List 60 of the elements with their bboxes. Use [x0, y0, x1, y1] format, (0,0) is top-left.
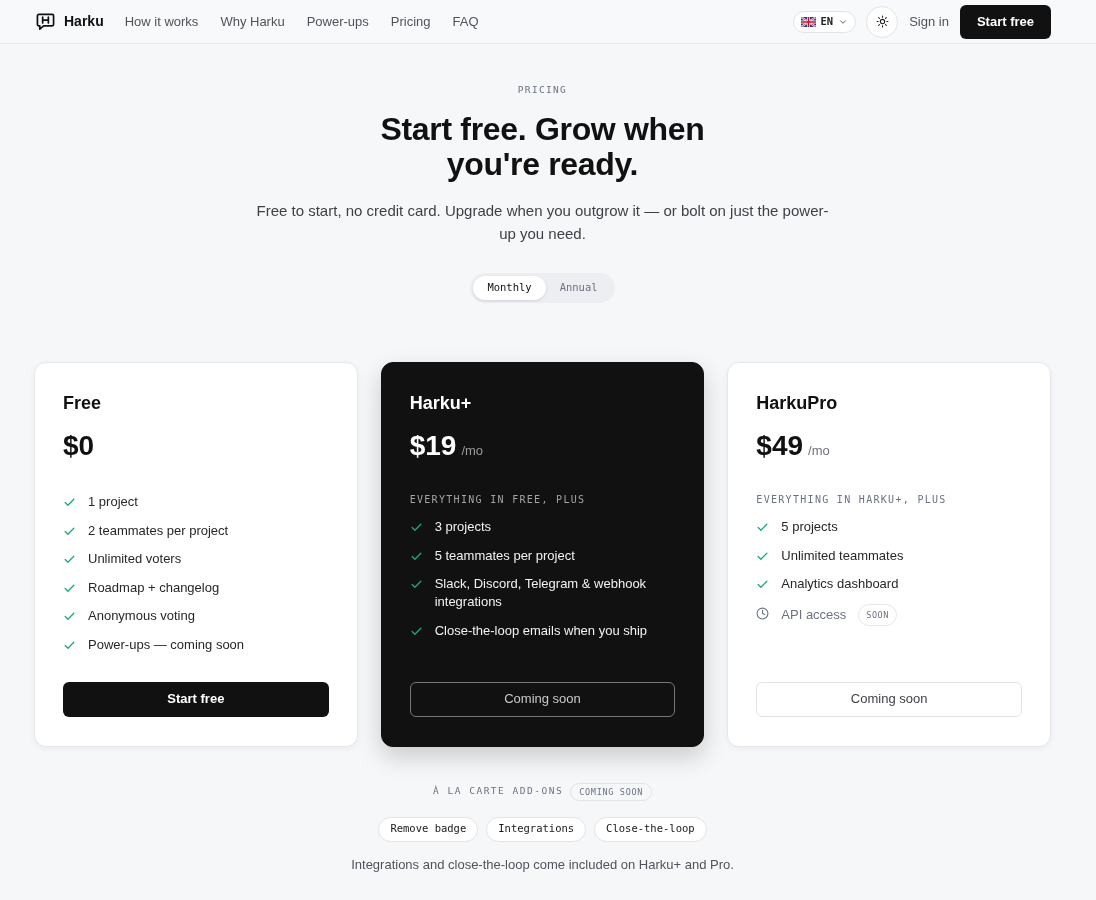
feature-text: Unlimited teammates: [781, 546, 904, 565]
add-ons-title: À LA CARTE ADD-ONS: [432, 784, 564, 799]
page-heading: Start free. Grow when you're ready.: [379, 112, 706, 182]
feature-text: Analytics dashboard: [781, 575, 899, 593]
clock-icon: [756, 606, 770, 620]
add-on-chip: Integrations: [486, 816, 587, 842]
feature-text: 5 projects: [781, 518, 838, 536]
plan-name: Free: [63, 392, 103, 415]
feature-text: Anonymous voting: [88, 607, 195, 625]
sun-icon: [875, 15, 889, 28]
language-code: EN: [820, 13, 834, 29]
brand-link[interactable]: Harku: [36, 11, 104, 32]
includes-label: EVERYTHING IN HARKU+, PLUS: [756, 493, 948, 507]
feature-text: 1 project: [88, 493, 138, 511]
add-on-chip: Close-the-loop: [594, 816, 707, 842]
check-icon: [409, 521, 423, 534]
price-period: /mo: [461, 442, 484, 460]
nav-link[interactable]: Power-ups: [306, 11, 369, 32]
page-subtitle: Free to start, no credit card. Upgrade when you outgrow it — or bolt on just the power-up you need.: [255, 201, 830, 244]
feature-text: 5 teammates per project: [434, 546, 575, 565]
feature-text: Close-the-loop emails when you ship: [434, 621, 648, 640]
brand-name: Harku: [64, 12, 104, 31]
billing-option[interactable]: Annual: [545, 276, 612, 300]
start-free-button[interactable]: Start free: [959, 4, 1051, 39]
feature-text: 2 teammates per project: [88, 521, 229, 540]
nav-link[interactable]: Why Harku: [220, 11, 285, 32]
plan-button[interactable]: Start free: [63, 681, 329, 717]
nav-link[interactable]: Pricing: [390, 11, 431, 32]
check-icon: [756, 521, 770, 534]
section-eyebrow: PRICING: [517, 83, 568, 97]
feature-text: Power-ups — coming soon: [88, 635, 245, 654]
plan-price: $0: [63, 429, 95, 463]
theme-toggle-button[interactable]: [866, 5, 899, 38]
add-ons-note: Integrations and close-the-loop come included on Harku+ and Pro.: [351, 855, 734, 874]
feature-text: Slack, Discord, Telegram & webhook integrations: [434, 575, 648, 611]
price-period: /mo: [808, 442, 830, 460]
check-icon: [756, 578, 770, 591]
billing-option[interactable]: Monthly: [473, 276, 546, 300]
flag-icon: [800, 16, 816, 27]
check-icon: [63, 496, 76, 509]
feature-text: API access: [781, 605, 847, 624]
sign-in-link[interactable]: Sign in: [909, 11, 949, 32]
plan-name: Harku+: [409, 392, 473, 415]
plan-button[interactable]: Coming soon: [756, 681, 1022, 717]
nav-link[interactable]: FAQ: [452, 11, 479, 32]
plan-name: HarkuPro: [756, 392, 839, 415]
feature-text: 3 projects: [434, 518, 492, 536]
feature-text: Unlimited voters: [88, 550, 182, 568]
add-on-chip: Remove badge: [378, 816, 479, 842]
check-icon: [409, 578, 423, 591]
plan-button[interactable]: Coming soon: [409, 681, 676, 717]
feature-text: Roadmap + changelog: [88, 578, 220, 597]
nav-link[interactable]: How it works: [124, 11, 199, 32]
plan-price: $49: [756, 429, 804, 463]
check-icon: [63, 553, 76, 566]
chat-bubble-logo-icon: [36, 12, 55, 31]
check-icon: [63, 610, 76, 623]
plan-price: $19: [409, 429, 457, 463]
includes-label: EVERYTHING IN FREE, PLUS: [409, 493, 587, 507]
language-selector[interactable]: EN: [792, 10, 857, 33]
